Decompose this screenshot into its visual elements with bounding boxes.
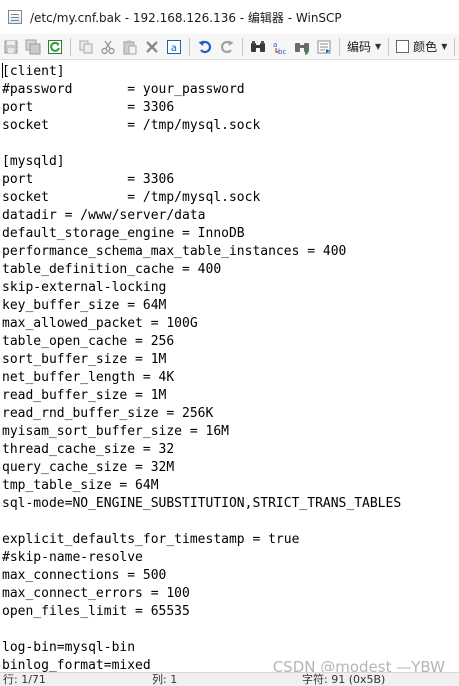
status-column: 列: 1 [152, 673, 178, 686]
toolbar-separator [388, 37, 390, 56]
undo-icon[interactable] [194, 36, 216, 58]
title-bar: /etc/my.cnf.bak - 192.168.126.136 - 编辑器 … [0, 0, 459, 34]
editor-line[interactable]: max_connect_errors = 100 [2, 585, 459, 603]
toolbar-separator [242, 37, 243, 56]
editor-line[interactable]: max_connections = 500 [2, 567, 459, 585]
editor-line[interactable] [2, 513, 459, 531]
editor-line[interactable]: key_buffer_size = 64M [2, 297, 459, 315]
editor-line[interactable]: socket = /tmp/mysql.sock [2, 189, 459, 207]
chevron-down-icon: ▼ [441, 42, 448, 51]
svg-text:a: a [171, 43, 177, 54]
editor-line[interactable]: myisam_sort_buffer_size = 16M [2, 423, 459, 441]
editor-line[interactable] [2, 621, 459, 639]
svg-text:bc: bc [278, 48, 286, 55]
editor-line[interactable]: skip-external-locking [2, 279, 459, 297]
editor-line[interactable]: explicit_defaults_for_timestamp = true [2, 531, 459, 549]
text-editor-area[interactable]: [client] #password = your_password port = … [0, 60, 459, 672]
color-dropdown[interactable]: 颜色 ▼ [393, 38, 450, 55]
editor-line[interactable]: table_open_cache = 256 [2, 333, 459, 351]
toolbar-separator [189, 37, 190, 56]
replace-icon[interactable]: a bc [269, 36, 291, 58]
editor-line[interactable]: tmp_table_size = 64M [2, 477, 459, 495]
status-line: 行: 1/71 [3, 673, 46, 686]
save-icon[interactable] [0, 36, 22, 58]
toolbar-separator [339, 37, 340, 56]
encoding-label: 编码 [347, 40, 372, 54]
editor-line[interactable]: open_files_limit = 65535 [2, 603, 459, 621]
editor-toolbar: a a bc 编码 ▼ 颜色 ▼ [0, 34, 459, 60]
editor-line[interactable]: port = 3306 [2, 171, 459, 189]
editor-content[interactable]: [client] #password = your_password port = … [0, 60, 459, 672]
status-character: 字符: 91 (0x5B) [302, 673, 386, 686]
chevron-down-icon: ▼ [375, 42, 382, 51]
editor-line[interactable]: table_definition_cache = 400 [2, 261, 459, 279]
editor-line[interactable]: #password = your_password [2, 81, 459, 99]
editor-line[interactable]: max_allowed_packet = 100G [2, 315, 459, 333]
editor-line[interactable]: read_buffer_size = 1M [2, 387, 459, 405]
svg-text:a: a [273, 41, 277, 49]
editor-line[interactable]: [mysqld] [2, 153, 459, 171]
toolbar-separator [454, 37, 456, 56]
cut-icon[interactable] [97, 36, 119, 58]
window-title: /etc/my.cnf.bak - 192.168.126.136 - 编辑器 … [30, 10, 342, 25]
paste-icon[interactable] [119, 36, 141, 58]
reload-icon[interactable] [44, 36, 66, 58]
editor-app-icon [8, 10, 22, 24]
text-cursor [2, 63, 3, 78]
save-all-icon[interactable] [22, 36, 44, 58]
color-swatch-checkbox[interactable] [396, 40, 410, 53]
toolbar-separator [70, 37, 71, 56]
select-all-icon[interactable]: a [163, 36, 185, 58]
editor-line[interactable]: datadir = /www/server/data [2, 207, 459, 225]
find-next-icon[interactable] [291, 36, 313, 58]
editor-line[interactable]: #skip-name-resolve [2, 549, 459, 567]
editor-line[interactable] [2, 135, 459, 153]
find-icon[interactable] [247, 36, 269, 58]
copy-icon[interactable] [75, 36, 97, 58]
editor-line[interactable]: query_cache_size = 32M [2, 459, 459, 477]
color-label: 颜色 [413, 40, 438, 54]
encoding-dropdown[interactable]: 编码 ▼ [344, 38, 384, 55]
editor-line[interactable]: performance_schema_max_table_instances =… [2, 243, 459, 261]
editor-line[interactable]: thread_cache_size = 32 [2, 441, 459, 459]
editor-line[interactable]: default_storage_engine = InnoDB [2, 225, 459, 243]
editor-line[interactable]: socket = /tmp/mysql.sock [2, 117, 459, 135]
redo-icon[interactable] [216, 36, 238, 58]
status-bar: 行: 1/71 列: 1 字符: 91 (0x5B) [0, 672, 459, 686]
editor-line[interactable]: sort_buffer_size = 1M [2, 351, 459, 369]
editor-line[interactable]: sql-mode=NO_ENGINE_SUBSTITUTION,STRICT_T… [2, 495, 459, 513]
editor-line[interactable]: read_rnd_buffer_size = 256K [2, 405, 459, 423]
editor-line[interactable]: net_buffer_length = 4K [2, 369, 459, 387]
editor-line[interactable]: port = 3306 [2, 99, 459, 117]
goto-line-icon[interactable] [313, 36, 335, 58]
editor-line[interactable]: [client] [2, 63, 459, 81]
editor-line[interactable]: log-bin=mysql-bin [2, 639, 459, 657]
delete-icon[interactable] [141, 36, 163, 58]
